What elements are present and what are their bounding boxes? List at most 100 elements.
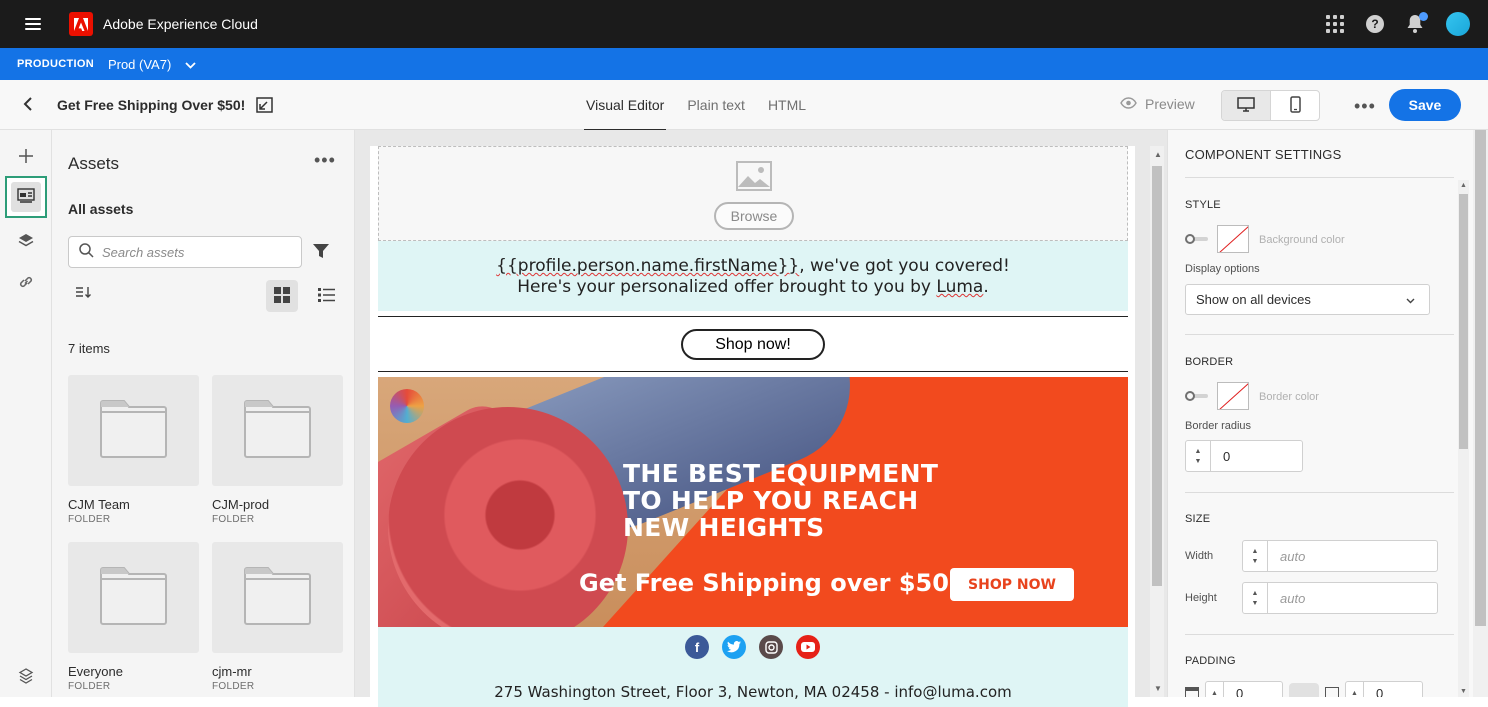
browse-button[interactable]: Browse [714,202,794,230]
filter-icon[interactable] [313,243,329,262]
border-radius-label: Border radius [1185,420,1252,432]
desktop-icon [1237,96,1255,115]
greeting-text: , we've got you covered! [799,256,1010,276]
padding-controls: ▲ 0 ▲ 0 [1185,681,1423,697]
search-field [68,236,302,268]
component-settings-panel: COMPONENT SETTINGS STYLE Background colo… [1167,130,1488,697]
padding-left-input[interactable]: ▲ 0 [1345,681,1423,697]
app-title[interactable]: Adobe Experience Cloud [103,16,258,32]
asset-folder-card[interactable]: Everyone FOLDER [68,542,199,692]
all-assets-breadcrumb[interactable]: All assets [68,201,133,217]
border-color-toggle[interactable] [1185,391,1209,401]
display-options-label: Display options [1185,263,1260,275]
border-color-label: Border color [1259,391,1319,403]
email-canvas: Browse {{profile.person.name.firstName}}… [355,130,1167,707]
items-count: 7 items [68,341,110,356]
user-avatar[interactable] [1446,12,1470,36]
apps-grid-icon[interactable] [1326,15,1344,33]
canvas-scrollbar[interactable]: ▲ ▼ [1150,146,1164,697]
youtube-icon[interactable] [796,635,820,659]
settings-scrollbar[interactable]: ▲ ▼ [1458,180,1469,697]
border-color-swatch[interactable] [1217,382,1249,410]
height-input[interactable]: ▲ ▼ auto [1242,582,1438,614]
link-icon [18,274,34,293]
background-color-toggle[interactable] [1185,234,1209,244]
image-placeholder[interactable]: Browse [378,146,1128,241]
width-input[interactable]: ▲ ▼ auto [1242,540,1438,572]
display-options-select[interactable]: Show on all devices [1185,284,1430,315]
assets-button[interactable] [5,176,47,218]
folder-icon [244,567,311,628]
assets-heading: Assets [68,154,120,173]
more-options-icon[interactable]: ••• [1354,96,1376,117]
sandbox-switcher[interactable]: Prod (VA7) [108,57,171,72]
list-view-icon [317,287,335,305]
padding-left-icon [1325,687,1339,697]
layers-button[interactable] [5,220,47,262]
search-icon [79,243,94,261]
device-toggle [1221,90,1320,121]
asset-folder-card[interactable]: cjm-mr FOLDER [212,542,343,692]
offer-suffix: . [983,277,989,297]
asset-name: Everyone [68,664,123,679]
help-icon[interactable]: ? [1366,15,1384,33]
background-color-swatch[interactable] [1217,225,1249,253]
bottom-layers-button[interactable] [5,656,47,698]
brand-name: Luma [936,277,984,297]
border-radius-stepper[interactable]: ▲ ▼ 0 [1185,440,1303,472]
hero-banner-image[interactable]: THE BEST EQUIPMENT TO HELP YOU REACH NEW… [378,377,1128,627]
border-section-title: BORDER [1185,356,1234,368]
footer-address: 275 Washington Street, Floor 3, Newton, … [494,683,1012,701]
open-in-new-icon[interactable] [256,97,273,116]
folder-icon [244,400,311,461]
mobile-view-button[interactable] [1271,91,1319,120]
padding-link-icon[interactable] [1289,683,1319,697]
facebook-icon[interactable]: f [685,635,709,659]
list-view-button[interactable] [310,280,342,312]
instagram-icon[interactable] [759,635,783,659]
padding-top-icon [1185,687,1199,697]
editor-header: Get Free Shipping Over $50! Visual Edito… [0,80,1488,131]
assets-more-icon[interactable]: ••• [314,150,336,171]
hamburger-menu-icon[interactable] [25,18,41,30]
asset-type: FOLDER [212,514,255,525]
width-label: Width [1185,550,1214,562]
height-label: Height [1185,592,1217,604]
preview-button[interactable]: Preview [1120,96,1195,112]
notifications-bell-icon[interactable] [1406,12,1428,34]
mobile-icon [1289,95,1301,116]
layers-icon [18,233,34,250]
padding-top-input[interactable]: ▲ 0 [1205,681,1283,697]
button-block: Shop now! [378,316,1128,372]
desktop-view-button[interactable] [1222,91,1271,120]
greeting-text-block[interactable]: {{profile.person.name.firstName}}, we've… [378,241,1128,311]
environment-label: PRODUCTION [17,58,94,70]
plus-icon [19,148,33,166]
global-header: Adobe Experience Cloud ? [0,0,1488,48]
grid-view-button[interactable] [266,280,298,312]
tab-plain-text[interactable]: Plain text [687,80,745,130]
sandbox-bar: PRODUCTION Prod (VA7) [0,48,1488,80]
page-scrollbar[interactable] [1473,130,1488,697]
links-button[interactable] [5,262,47,304]
back-arrow-icon[interactable] [22,96,34,115]
banner-free-shipping: Get Free Shipping over $50 [579,569,949,597]
adobe-logo-icon[interactable] [69,12,93,36]
shop-now-button[interactable]: Shop now! [681,329,825,360]
add-components-button[interactable] [5,136,47,178]
save-button[interactable]: Save [1389,89,1461,121]
banner-headline: THE BEST EQUIPMENT TO HELP YOU REACH NEW… [623,459,939,542]
email-body: Browse {{profile.person.name.firstName}}… [370,146,1135,707]
sort-icon[interactable] [76,287,92,302]
search-input[interactable] [102,244,282,260]
size-section-title: SIZE [1185,513,1211,525]
twitter-icon[interactable] [722,635,746,659]
asset-name: CJM Team [68,497,130,512]
asset-folder-card[interactable]: CJM Team FOLDER [68,375,199,525]
eye-icon [1120,96,1137,112]
tab-html[interactable]: HTML [768,80,806,130]
tab-visual-editor[interactable]: Visual Editor [583,80,667,131]
chevron-down-icon[interactable] [185,57,196,72]
folder-icon [100,400,167,461]
asset-folder-card[interactable]: CJM-prod FOLDER [212,375,343,525]
